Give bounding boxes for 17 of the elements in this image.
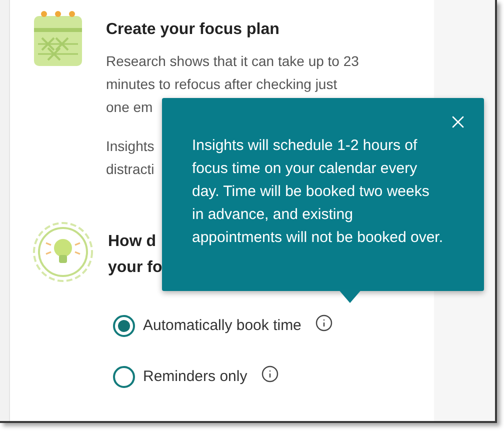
radio-button[interactable]: [113, 366, 135, 388]
question-text: How d: [108, 232, 156, 252]
plan-title: Create your focus plan: [106, 20, 280, 40]
info-icon[interactable]: [261, 364, 280, 383]
info-icon[interactable]: [315, 314, 334, 332]
insights-text: distracti: [106, 160, 154, 179]
plan-text: one em: [106, 98, 153, 117]
lightbulb-icon: [32, 221, 94, 283]
option-label: Automatically book time: [143, 316, 302, 336]
option-label: Reminders only: [143, 366, 248, 386]
radio-button[interactable]: [113, 315, 135, 338]
tooltip-text: Insights will schedule 1-2 hours of focus time on your calendar every day. Time will be booked two weeks in advance, and existing appointments will not be booked over.: [192, 136, 444, 248]
calendar-icon: [32, 8, 84, 68]
plan-text: Research shows that it can take up to 23: [106, 52, 359, 71]
question-text: your fo: [108, 258, 162, 278]
plan-text: minutes to refocus after checking just: [106, 75, 338, 94]
insights-text: Insights: [106, 137, 154, 156]
